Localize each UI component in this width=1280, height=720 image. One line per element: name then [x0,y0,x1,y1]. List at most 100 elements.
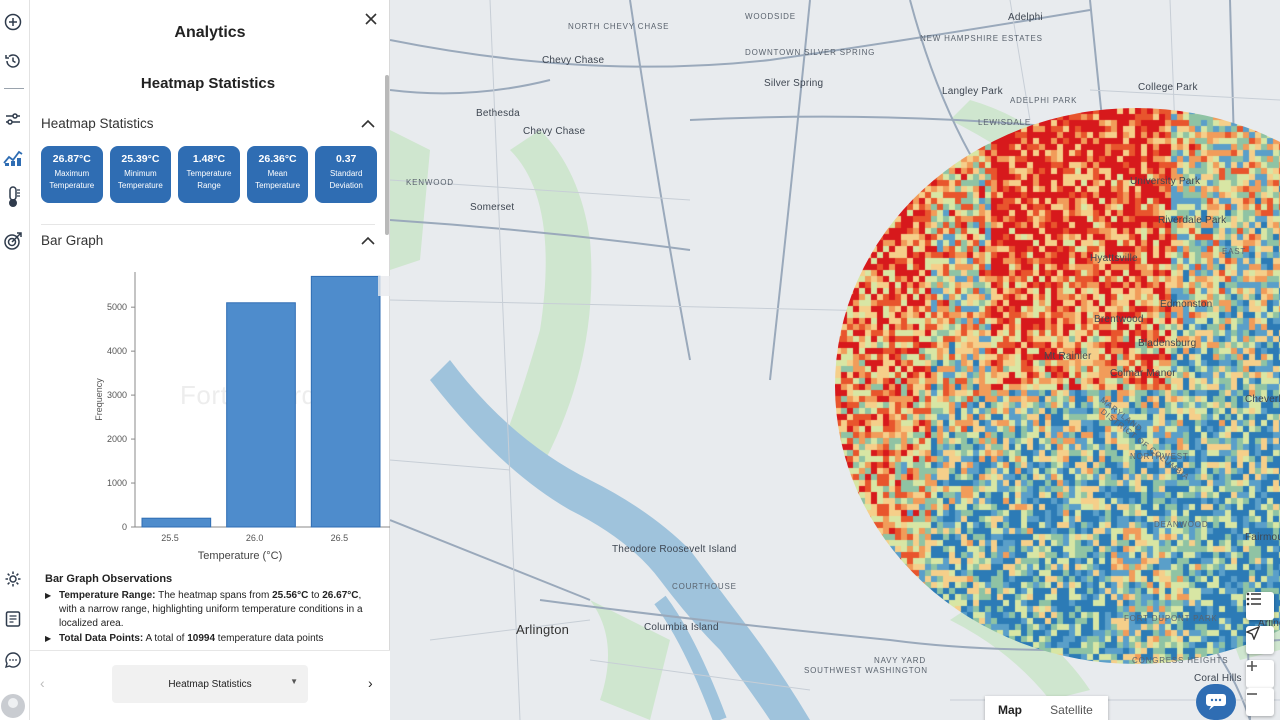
scrollbar[interactable] [385,75,389,235]
section-header-stats[interactable]: Heatmap Statistics [41,113,377,133]
map-label: Riverdale Park [1158,215,1227,226]
map-label: Columbia Island [644,622,719,633]
section-header-bar-graph[interactable]: Bar Graph [41,230,377,250]
map-label: Mt Rainier [1044,351,1092,362]
observation-value: 10994 [187,633,216,644]
map-label: Chevy Chase [523,126,586,137]
map-label: KENWOOD [406,178,454,187]
bar-chart: FortyGuard 01000200030004000500025.526.0… [60,262,400,562]
map-label: ADELPHI PARK [1010,96,1078,105]
sliders-icon[interactable] [2,108,24,130]
section-dropdown[interactable]: Heatmap Statistics ▼ [112,665,308,703]
x-tick-label: 25.5 [161,533,179,543]
observation-value: 26.67°C [322,590,359,601]
observation-text: The heatmap spans from [158,590,273,601]
map-label: Hyattsville [1090,253,1138,264]
map-label: Langley Park [942,86,1003,97]
observation-label: Total Data Points: [59,633,144,644]
map-label: NORTHWEST [1130,452,1189,461]
map-type-map[interactable]: Map [985,696,1035,720]
target-icon[interactable] [2,230,24,252]
map-label: Edmonston [1160,299,1213,310]
map-label: SOUTHWEST WASHINGTON [804,666,928,675]
map-label: Brentwood [1094,314,1144,325]
chat-support-button[interactable] [1196,684,1236,720]
stat-card-min: 25.39°C Minimum Temperature [109,146,172,203]
zoom-out-icon[interactable] [1246,688,1274,716]
stat-card-mean: 26.36°C Mean Temperature [246,146,309,203]
y-axis-label: Frequency [94,378,104,421]
panel-subtitle: Heatmap Statistics [140,75,276,92]
history-icon[interactable] [2,50,24,72]
chat-icon [1206,694,1226,710]
thermometer-icon[interactable] [2,186,24,208]
map-label: Coral Hills [1194,673,1242,684]
map-label: NEW HAMPSHIRE ESTATES [920,34,1043,43]
zoom-in-icon[interactable] [1246,660,1274,688]
notes-icon[interactable] [2,608,24,630]
left-rail [0,0,30,720]
stat-label: Maximum Temperature [49,169,95,190]
stat-card-std: 0.37 Standard Deviation [315,146,377,203]
add-icon[interactable] [2,11,24,33]
stat-label: Standard Deviation [329,169,363,190]
stat-card-max: 26.87°C Maximum Temperature [41,146,103,203]
observation-label: Temperature Range: [59,590,156,601]
map-label: Bethesda [476,108,520,119]
map-view[interactable]: WOODSIDE Adelphi NORTH CHEVY CHASE DOWNTOWN… [390,0,1280,720]
observation-item: ▶ Total Data Points: A total of 10994 te… [45,632,375,646]
map-label: Colmar Manor [1110,368,1176,379]
stat-label: Minimum Temperature [117,169,163,190]
observations-title: Bar Graph Observations [45,573,173,585]
map-label: Cheverly [1245,394,1280,405]
map-label: DEANWOOD [1154,520,1209,529]
locate-arrow-icon[interactable] [1246,626,1274,654]
map-label: Bladensburg [1138,338,1197,349]
chat-bubble-icon[interactable] [2,649,24,671]
stats-cards: 26.87°C Maximum Temperature 25.39°C Minimu… [41,146,377,204]
stat-card-range: 1.48°C Temperature Range [178,146,240,203]
x-tick-label: 26.0 [246,533,264,543]
observation-text: to [308,590,323,601]
stat-label: Temperature Range [186,169,232,190]
stat-value: 0.37 [335,153,357,165]
map-label: NAVY YARD [874,656,926,665]
map-label: Fairmount Heights [1245,532,1280,543]
panel-footer: ‹ Heatmap Statistics ▼ › [30,650,390,720]
map-label: COURTHOUSE [672,582,737,591]
settings-icon[interactable] [2,568,24,590]
analytics-chart-icon[interactable] [2,146,24,168]
map-label: WOODSIDE [745,12,796,21]
close-icon[interactable] [362,10,380,28]
bar [226,302,296,528]
stat-value: 25.39°C [121,153,160,165]
legend-list-icon[interactable] [1246,592,1274,620]
map-label: NORTH CHEVY CHASE [568,22,670,31]
next-arrow-icon[interactable]: › [368,675,373,691]
map-label: EAST [1222,247,1247,256]
map-label: College Park [1138,82,1198,93]
map-label: Theodore Roosevelt Island [612,544,737,555]
map-label: Adelphi [1008,12,1043,23]
y-tick-label: 2000 [107,434,127,444]
bullet-triangle-icon: ▶ [45,634,52,643]
bar-graph-observations: Bar Graph Observations ▶ Temperature Ran… [45,572,375,647]
map-label: Silver Spring [764,78,824,89]
section-title: Heatmap Statistics [41,115,154,131]
map-label: Arlington [516,622,570,637]
caret-down-icon: ▼ [290,677,298,686]
stat-value: 1.48°C [192,153,226,165]
section-divider [41,224,375,225]
chevron-up-icon[interactable] [361,232,377,248]
stat-label: Mean Temperature [255,169,301,190]
stat-value: 26.87°C [52,153,91,165]
observation-value: 25.56°C [272,590,309,601]
chevron-up-icon[interactable] [361,115,377,131]
prev-arrow-icon[interactable]: ‹ [40,675,45,691]
map-type-toggle: Map Satellite [985,696,1108,720]
y-tick-label: 3000 [107,390,127,400]
section-title: Bar Graph [41,232,104,248]
dropdown-value: Heatmap Statistics [168,678,252,690]
avatar[interactable] [1,694,25,718]
map-type-satellite[interactable]: Satellite [1035,696,1108,720]
